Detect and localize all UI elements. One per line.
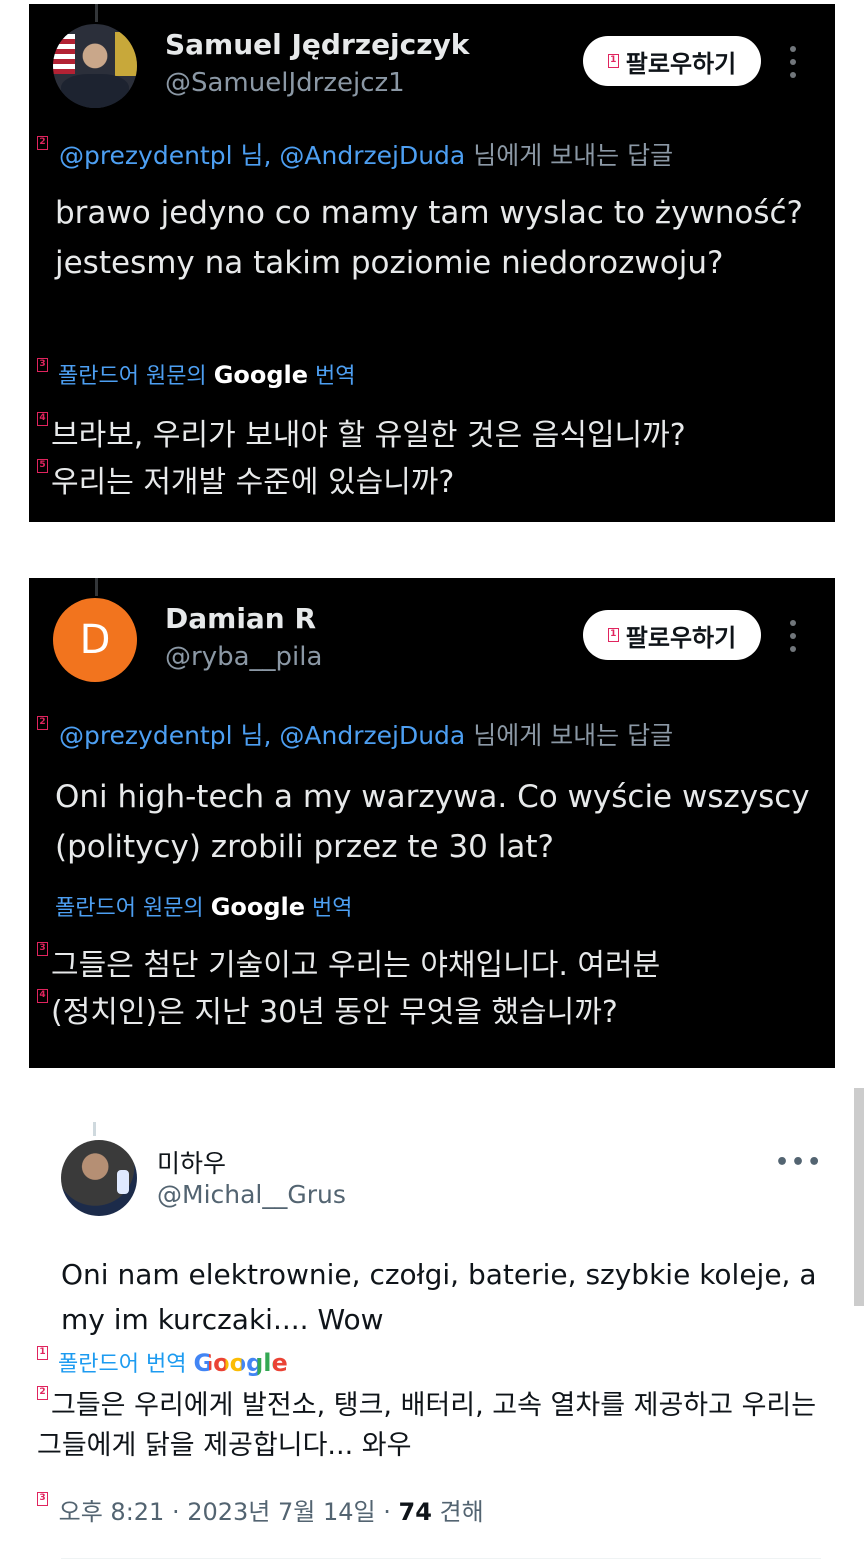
display-name[interactable]: Damian R <box>165 602 316 635</box>
annotation-marker: 2 <box>37 716 48 730</box>
google-logo: Google <box>213 361 309 389</box>
avatar-figure <box>61 74 129 108</box>
thread-line <box>95 578 98 596</box>
follow-button[interactable]: 1 팔로우하기 <box>583 610 761 660</box>
translate-prefix: 폴란드어 원문의 <box>55 896 204 921</box>
annotation-marker: 3 <box>37 358 48 372</box>
translation-line: 그들은 첨단 기술이고 우리는 야채입니다. 여러분 <box>51 948 661 983</box>
tweet-card-damian: D Damian R @ryba__pila 1 팔로우하기 2 @prezyd… <box>29 578 835 1068</box>
tweet-meta: 3 오후 8:21 · 2023년 7월 14일 · 74 견해 <box>37 1492 484 1527</box>
translate-label: 폴란드어 번역 <box>58 1352 187 1377</box>
tweet-text: Oni high-tech a my warzywa. Co wyście ws… <box>55 779 810 865</box>
more-options-icon[interactable] <box>781 616 805 656</box>
translation-line: 우리는 저개발 수준에 있습니까? <box>51 465 455 500</box>
divider <box>61 1558 821 1559</box>
translation-text: 그들은 우리에게 발전소, 탱크, 배터리, 고속 열차를 제공하고 우리는 그… <box>37 1390 817 1461</box>
translate-suffix: 번역 <box>315 364 356 389</box>
annotation-marker: 4 <box>37 412 48 426</box>
timestamp[interactable]: 오후 8:21 · 2023년 7월 14일 · <box>59 1498 391 1526</box>
reply-suffix: 님에게 보내는 답글 <box>473 141 674 170</box>
tweet-text: Oni nam elektrownie, czołgi, baterie, sz… <box>61 1258 817 1336</box>
translate-link[interactable]: 폴란드어 원문의 Google 번역 <box>55 890 353 922</box>
annotation-marker: 1 <box>607 628 619 642</box>
flag-graphic <box>115 32 137 76</box>
follow-button-label: 팔로우하기 <box>625 623 737 652</box>
google-logo: Google <box>193 1349 288 1377</box>
reply-mentions[interactable]: @prezydentpl 님, @AndrzejDuda <box>59 141 465 170</box>
translation-line: (정치인)은 지난 30년 동안 무엇을 했습니까? <box>51 995 618 1030</box>
tweet-card-samuel: Samuel Jędrzejczyk @SamuelJdrzejcz1 1 팔로… <box>29 4 835 522</box>
translate-prefix: 폴란드어 원문의 <box>58 364 207 389</box>
user-handle[interactable]: @Michal__Grus <box>157 1180 346 1209</box>
thread-line <box>95 4 98 22</box>
translated-text: 4 브라보, 우리가 보내야 할 유일한 것은 음식입니까? 5 우리는 저개발 수… <box>37 412 827 506</box>
scrollbar[interactable] <box>854 1088 864 1306</box>
reply-context: 2 @prezydentpl 님, @AndrzejDuda 님에게 보내는 답… <box>37 716 673 752</box>
google-logo: Google <box>210 893 306 921</box>
translate-link[interactable]: 1 폴란드어 번역 Google <box>37 1346 288 1378</box>
annotation-marker: 2 <box>37 136 48 150</box>
flag-graphic <box>53 34 75 74</box>
annotation-marker: 4 <box>37 989 48 1003</box>
thread-line <box>93 1122 96 1136</box>
user-handle[interactable]: @SamuelJdrzejcz1 <box>165 68 405 98</box>
avatar[interactable]: D <box>53 598 137 682</box>
avatar[interactable] <box>61 1140 137 1216</box>
tweet-card-mihau: 미하우 @Michal__Grus ••• Oni nam elektrowni… <box>29 1122 835 1564</box>
user-handle[interactable]: @ryba__pila <box>165 642 322 672</box>
avatar-detail <box>117 1170 129 1194</box>
translation-line: 브라보, 우리가 보내야 할 유일한 것은 음식입니까? <box>51 418 686 453</box>
translate-link[interactable]: 3 폴란드어 원문의 Google 번역 <box>37 358 356 390</box>
annotation-marker: 2 <box>37 1386 48 1400</box>
annotation-marker: 5 <box>37 459 48 473</box>
translate-suffix: 번역 <box>312 896 353 921</box>
reply-suffix: 님에게 보내는 답글 <box>473 721 674 750</box>
annotation-marker: 3 <box>37 942 48 956</box>
tweet-text: brawo jedyno co mamy tam wyslac to żywno… <box>55 195 803 281</box>
views-count: 74 <box>398 1498 432 1526</box>
translated-text: 3 그들은 첨단 기술이고 우리는 야채입니다. 여러분 4 (정치인)은 지난 3… <box>37 942 827 1036</box>
follow-button-label: 팔로우하기 <box>625 49 737 78</box>
annotation-marker: 1 <box>607 54 619 68</box>
more-options-icon[interactable]: ••• <box>775 1150 823 1175</box>
avatar[interactable] <box>53 24 137 108</box>
display-name[interactable]: Samuel Jędrzejczyk <box>165 28 469 61</box>
annotation-marker: 3 <box>37 1492 48 1506</box>
display-name[interactable]: 미하우 <box>157 1144 226 1180</box>
annotation-marker: 1 <box>37 1346 48 1360</box>
reply-mentions[interactable]: @prezydentpl 님, @AndrzejDuda <box>59 721 465 750</box>
follow-button[interactable]: 1 팔로우하기 <box>583 36 761 86</box>
reply-context: 2 @prezydentpl 님, @AndrzejDuda 님에게 보내는 답… <box>37 136 673 172</box>
translated-text: 2 그들은 우리에게 발전소, 탱크, 배터리, 고속 열차를 제공하고 우리는 … <box>37 1386 827 1466</box>
views-label: 견해 <box>439 1498 484 1526</box>
more-options-icon[interactable] <box>781 42 805 82</box>
